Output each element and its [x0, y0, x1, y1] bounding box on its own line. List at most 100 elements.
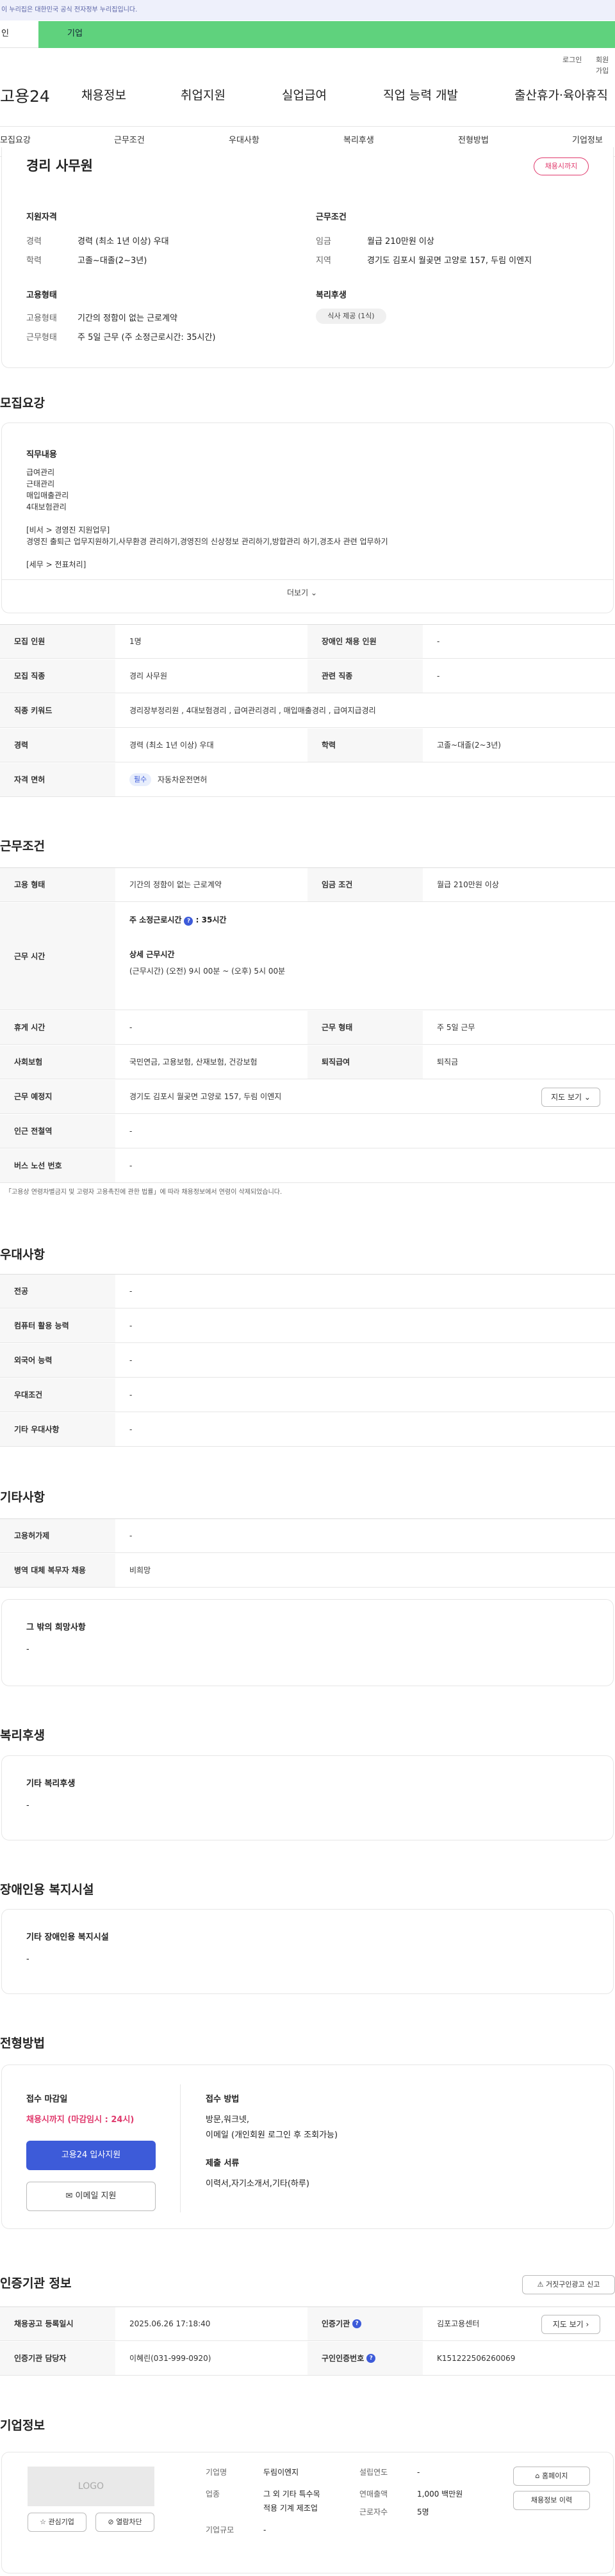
- tab-preferences[interactable]: 우대사항: [229, 134, 259, 147]
- favorite-label: 관심기업: [48, 2517, 74, 2526]
- etc-table: 고용허가제 - 병역 대체 복무자 채용 비희망: [0, 1518, 615, 1589]
- hours-sub1: 주 소정근로시간? : 35시간: [129, 914, 226, 926]
- row-label: 모집 인원: [0, 625, 115, 658]
- company-size-label: 기업규모: [206, 2525, 234, 2534]
- row-label: 컴퓨터 활용 능력: [0, 1309, 115, 1342]
- row-value: 고졸~대졸(2~3년): [437, 741, 501, 750]
- edu-label: 학력: [26, 256, 42, 266]
- signup-link[interactable]: 회원가입: [596, 55, 615, 76]
- row-label: 인증기관: [322, 2319, 350, 2328]
- row-value: 1명: [129, 637, 142, 646]
- gnb-item-parental-leave[interactable]: 출산휴가·육아휴직: [514, 86, 608, 105]
- row-value: 경력 (최소 1년 이상) 우대: [129, 741, 214, 750]
- table-row: 버스 노선 번호 -: [0, 1149, 615, 1183]
- login-link[interactable]: 로그인: [562, 55, 582, 66]
- row-label: 구인인증번호: [322, 2354, 365, 2363]
- duty-line: 4대보험관리: [26, 503, 67, 511]
- person-tab[interactable]: 인: [0, 21, 38, 48]
- recruit-heading: 모집요강: [0, 396, 45, 410]
- work-table: 고용 형태 기간의 정함이 없는 근로계약 임금 조건 월급 210만원 이상 …: [0, 867, 615, 1183]
- method-value: 이메일 (개인회원 로그인 후 조회가능): [206, 2130, 338, 2140]
- agency-heading: 인증기관 정보: [0, 2276, 72, 2290]
- job-history-button[interactable]: 채용정보 이력: [513, 2491, 590, 2510]
- row-value: -: [129, 1287, 133, 1296]
- emptype-value: 기간의 정함이 없는 근로계약: [78, 314, 177, 323]
- company-tab[interactable]: 기업: [38, 21, 615, 48]
- duty-line: [26, 513, 388, 524]
- tab-recruit[interactable]: 모집요강: [0, 134, 31, 147]
- gnb-item-employment-support[interactable]: 취업지원: [181, 86, 226, 105]
- agency-map-button[interactable]: 지도 보기 ›: [541, 2315, 600, 2334]
- alert-icon: ⚠: [537, 2280, 544, 2289]
- qual-heading: 지원자격: [26, 213, 57, 222]
- cond-heading: 근무조건: [316, 213, 347, 222]
- row-label: 병역 대체 복무자 채용: [0, 1554, 115, 1587]
- row-value: 경리 사무원: [129, 672, 168, 680]
- etc-box-title: 그 밖의 희망사항: [26, 1623, 86, 1632]
- row-value: -: [437, 672, 440, 680]
- chevron-down-icon: ⌄: [310, 588, 318, 597]
- email-apply-button[interactable]: ✉ 이메일 지원: [26, 2182, 156, 2211]
- site-logo[interactable]: 고용24: [0, 85, 50, 109]
- row-value: 경리장부정리원 , 4대보험경리 , 급여관리경리 , 매입매출경리 , 급여지…: [129, 706, 376, 715]
- career-value: 경력 (최소 1년 이상) 우대: [78, 237, 169, 246]
- recruit-table: 모집 인원 1명 장애인 채용 인원 - 모집 직종 경리 사무원 관련 직종 …: [0, 624, 615, 797]
- table-row: 우대조건 -: [0, 1378, 615, 1412]
- row-label: 전공: [0, 1275, 115, 1308]
- row-value: -: [129, 1321, 133, 1330]
- table-row: 경력 경력 (최소 1년 이상) 우대 학력 고졸~대졸(2~3년): [0, 729, 615, 762]
- gnb-item-skill-dev[interactable]: 직업 능력 개발: [383, 86, 458, 105]
- gnb-item-unemployment-benefit[interactable]: 실업급여: [282, 86, 327, 105]
- row-label: 근무 시간: [0, 903, 115, 1010]
- tab-company[interactable]: 기업정보: [572, 134, 603, 147]
- block-label: 열람차단: [116, 2517, 142, 2526]
- disab-box-value: -: [26, 1954, 29, 1964]
- row-label: 직종 키워드: [0, 694, 115, 727]
- agency-map-label: 지도 보기: [552, 2320, 584, 2329]
- welfare-heading: 복리후생: [316, 291, 347, 300]
- gnb-item-jobs[interactable]: 채용정보: [81, 86, 126, 105]
- favorite-company-button[interactable]: ☆ 관심기업: [28, 2513, 86, 2532]
- etc-box-value: -: [26, 1645, 29, 1654]
- help-icon[interactable]: ?: [184, 917, 193, 926]
- tab-work-conditions[interactable]: 근무조건: [114, 134, 145, 147]
- homepage-button[interactable]: ⌂ 홈페이지: [513, 2467, 590, 2486]
- help-icon[interactable]: ?: [352, 2319, 362, 2328]
- apply-button[interactable]: 고용24 입사지원: [26, 2141, 156, 2170]
- row-value: -: [129, 1127, 133, 1136]
- table-row: 컴퓨터 활용 능력 -: [0, 1309, 615, 1343]
- row-label: 근무 예정지: [0, 1080, 115, 1113]
- row-label: 모집 직종: [0, 659, 115, 693]
- deadline-badge: 채용시까지: [534, 157, 589, 175]
- row-label: 임금 조건: [308, 868, 423, 901]
- row-value: 김포고용센터: [437, 2319, 480, 2328]
- row-value: -: [129, 1531, 133, 1540]
- block-view-button[interactable]: ⊘ 열람차단: [95, 2513, 154, 2532]
- docs-label: 제출 서류: [206, 2159, 240, 2168]
- company-name-value: 두림이엔지: [263, 2468, 299, 2477]
- worktype-value: 주 5일 근무 (주 소정근로시간: 35시간): [78, 333, 216, 342]
- tab-selection[interactable]: 전형방법: [458, 134, 489, 147]
- report-button[interactable]: ⚠ 거짓구인광고 신고: [522, 2275, 615, 2294]
- emp-heading: 고용형태: [26, 291, 57, 300]
- welfare-box-value: -: [26, 1801, 29, 1810]
- deadline-label: 접수 마감일: [26, 2095, 68, 2104]
- duty-line: [26, 547, 388, 559]
- mail-icon: ✉: [65, 2191, 73, 2202]
- company-heading: 기업정보: [0, 2419, 45, 2433]
- duty-line: 매입매출관리: [26, 491, 69, 500]
- company-card: LOGO ☆ 관심기업 ⊘ 열람차단 기업명 두림이엔지 업종 그 외 기타 특…: [1, 2452, 614, 2573]
- etc-heading: 기타사항: [0, 1490, 45, 1504]
- pref-heading: 우대사항: [0, 1248, 45, 1262]
- welfare-box: 기타 복리후생 -: [1, 1755, 614, 1840]
- company-name-label: 기업명: [206, 2468, 227, 2477]
- tab-welfare[interactable]: 복리후생: [343, 134, 374, 147]
- founded-value: -: [417, 2468, 420, 2477]
- table-row: 근무 예정지 경기도 김포시 월곶면 고양로 157, 두림 이엔지 지도 보기…: [0, 1080, 615, 1114]
- more-button[interactable]: 더보기 ⌄: [287, 587, 317, 599]
- method-value: 방문,워크넷,: [206, 2115, 250, 2125]
- map-button[interactable]: 지도 보기 ⌄: [541, 1088, 600, 1107]
- table-row: 병역 대체 복무자 채용 비희망: [0, 1554, 615, 1588]
- duty-heading: 직무내용: [26, 450, 57, 460]
- help-icon[interactable]: ?: [366, 2354, 376, 2363]
